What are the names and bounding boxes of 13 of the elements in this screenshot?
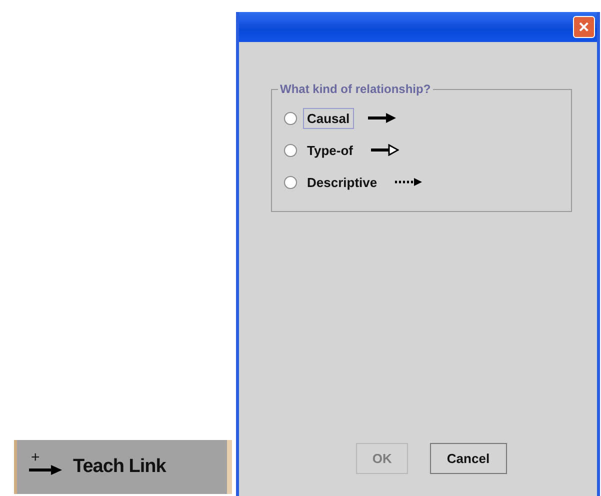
radio-button[interactable]	[284, 176, 297, 188]
teach-link-button[interactable]: + Teach Link	[14, 440, 232, 494]
close-button[interactable]: ✕	[573, 16, 595, 38]
open-arrow-icon	[370, 144, 399, 156]
option-label[interactable]: Descriptive	[303, 172, 382, 192]
dotted-arrow-icon	[395, 177, 424, 187]
group-legend: What kind of relationship?	[278, 82, 433, 96]
cancel-button[interactable]: Cancel	[430, 443, 507, 474]
option-label[interactable]: Causal	[303, 108, 354, 128]
radio-button[interactable]	[284, 144, 297, 156]
radio-button[interactable]	[284, 112, 297, 124]
option-label[interactable]: Type-of	[303, 140, 357, 160]
arrow-icon	[368, 113, 396, 123]
